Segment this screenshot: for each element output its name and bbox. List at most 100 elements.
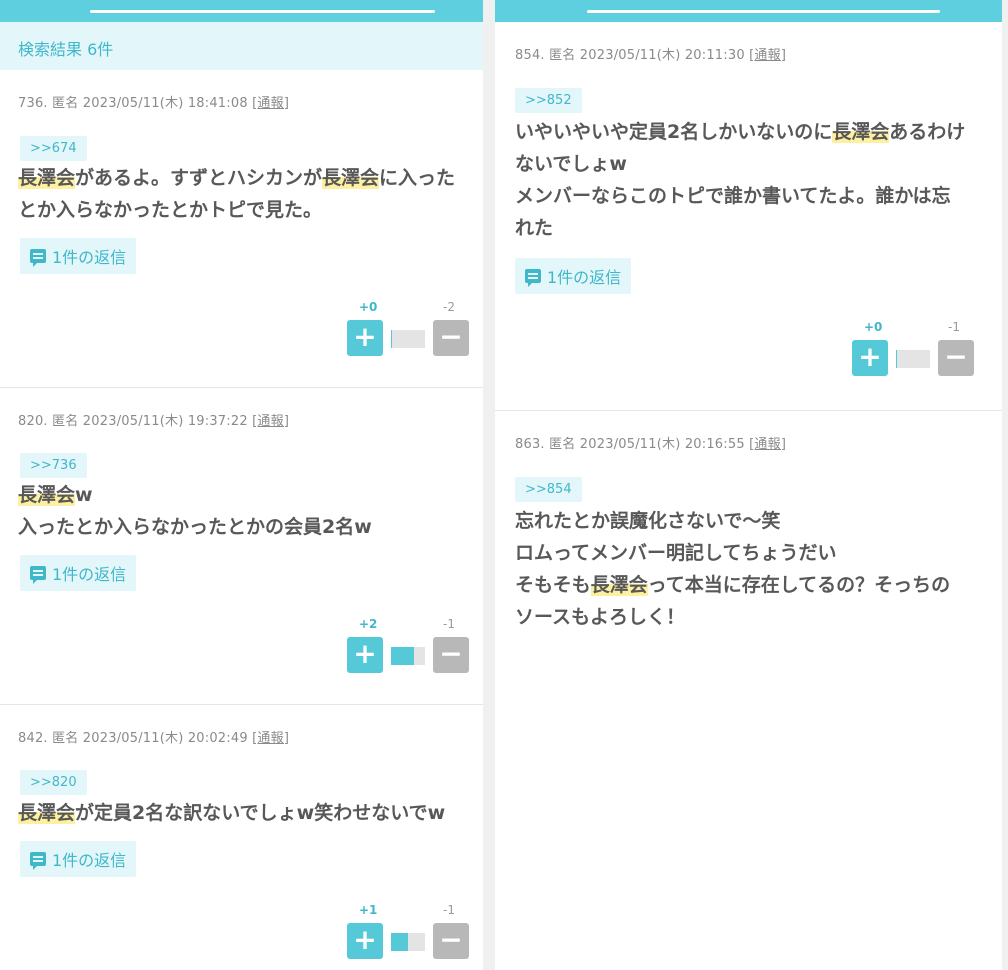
vote-ratio-fill — [391, 933, 408, 951]
vote-widget: +0 -1 + − — [852, 320, 974, 378]
vote-widget: +0 -2 + − — [347, 300, 469, 358]
comment-line: 長澤会w — [18, 479, 372, 511]
comment-line: れた — [515, 212, 965, 244]
anchor-link[interactable]: >>820 — [20, 770, 87, 795]
left-panel: 検索結果 6件 736. 匿名 2023/05/11(木) 18:41:08 [… — [0, 0, 483, 970]
plus-icon: + — [353, 320, 377, 353]
plus-button[interactable]: + — [347, 637, 383, 673]
highlighted-keyword: 長澤会 — [18, 167, 76, 189]
minus-icon: − — [439, 923, 463, 956]
top-bar-line — [587, 10, 940, 13]
report-link[interactable]: [通報] — [252, 414, 289, 429]
minus-icon: − — [944, 340, 968, 373]
comment-meta: 842. 匿名 2023/05/11(木) 20:02:49 [通報] — [18, 727, 289, 746]
minus-button[interactable]: − — [433, 923, 469, 959]
comment-body: いやいやいや定員2名しかいないのに長澤会あるわけ ないでしょw メンバーならこのトピ… — [515, 116, 965, 244]
highlighted-keyword: 長澤会 — [18, 802, 76, 824]
top-bar-line — [90, 10, 435, 13]
vote-widget: +1 -1 + − — [347, 903, 469, 961]
comment-meta: 863. 匿名 2023/05/11(木) 20:16:55 [通報] — [515, 433, 786, 452]
comment-meta-text: 736. 匿名 2023/05/11(木) 18:41:08 — [18, 96, 248, 111]
minus-button[interactable]: − — [433, 637, 469, 673]
plus-icon: + — [353, 637, 377, 670]
speech-bubble-icon — [30, 566, 46, 584]
search-result-header: 検索結果 6件 — [0, 22, 483, 70]
speech-bubble-icon — [30, 852, 46, 870]
comment-line: 入ったとか入らなかったとかの会員2名w — [18, 511, 372, 543]
vote-ratio-bar — [391, 330, 425, 348]
plus-icon: + — [353, 923, 377, 956]
report-link[interactable]: [通報] — [749, 48, 786, 63]
vote-widget: +2 -1 + − — [347, 617, 469, 675]
anchor-link[interactable]: >>852 — [515, 88, 582, 113]
comment-820: 820. 匿名 2023/05/11(木) 19:37:22 [通報] >>73… — [0, 388, 483, 705]
reply-button[interactable]: 1件の返信 — [20, 555, 137, 591]
plus-count: +0 — [359, 300, 378, 314]
minus-count: -1 — [948, 320, 960, 334]
vote-ratio-bar — [391, 933, 425, 951]
vote-ratio-fill — [391, 330, 393, 348]
highlighted-keyword: 長澤会 — [832, 121, 890, 143]
vote-ratio-bar — [896, 350, 930, 368]
minus-count: -1 — [443, 903, 455, 917]
comment-text: 忘れたとか誤魔化さないで〜笑 — [515, 510, 781, 532]
comment-text: が定員2名な訳ないでしょw笑わせないでw — [75, 802, 446, 824]
anchor-link[interactable]: >>736 — [20, 453, 87, 478]
comment-line: ソースもよろしく！ — [515, 601, 950, 633]
minus-count: -2 — [443, 300, 455, 314]
minus-button[interactable]: − — [433, 320, 469, 356]
comment-meta: 820. 匿名 2023/05/11(木) 19:37:22 [通報] — [18, 410, 289, 429]
plus-button[interactable]: + — [347, 320, 383, 356]
comment-line: ロムってメンバー明記してちょうだい — [515, 537, 950, 569]
comment-line: メンバーならこのトピで誰か書いてたよ。誰かは忘 — [515, 180, 965, 212]
highlighted-keyword: 長澤会 — [322, 167, 380, 189]
comment-text: れた — [515, 217, 554, 239]
comment-text: って本当に存在してるの？そっちの — [647, 574, 951, 596]
comment-854: 854. 匿名 2023/05/11(木) 20:11:30 [通報] >>85… — [495, 22, 1002, 411]
plus-button[interactable]: + — [852, 340, 888, 376]
top-bar — [0, 0, 483, 22]
comment-line: ないでしょw — [515, 148, 965, 180]
comment-863: 863. 匿名 2023/05/11(木) 20:16:55 [通報] >>85… — [495, 411, 1002, 711]
comment-text: w — [75, 484, 93, 506]
plus-button[interactable]: + — [347, 923, 383, 959]
minus-button[interactable]: − — [938, 340, 974, 376]
comment-meta: 736. 匿名 2023/05/11(木) 18:41:08 [通報] — [18, 92, 289, 111]
comment-text: があるよ。すずとハシカンが — [75, 167, 323, 189]
plus-count: +0 — [864, 320, 883, 334]
comment-text: 入ったとか入らなかったとかの会員2名w — [18, 516, 372, 538]
reply-label: 1件の返信 — [52, 851, 127, 870]
minus-icon: − — [439, 320, 463, 353]
reply-button[interactable]: 1件の返信 — [20, 841, 137, 877]
comment-text: ロムってメンバー明記してちょうだい — [515, 542, 837, 564]
comment-842: 842. 匿名 2023/05/11(木) 20:02:49 [通報] >>82… — [0, 705, 483, 970]
vote-ratio-fill — [896, 350, 898, 368]
report-link[interactable]: [通報] — [252, 731, 289, 746]
top-bar — [495, 0, 1002, 22]
reply-label: 1件の返信 — [547, 268, 622, 287]
report-link[interactable]: [通報] — [252, 96, 289, 111]
minus-icon: − — [439, 637, 463, 670]
comment-meta: 854. 匿名 2023/05/11(木) 20:11:30 [通報] — [515, 44, 786, 63]
anchor-link[interactable]: >>854 — [515, 477, 582, 502]
comment-line: 長澤会があるよ。すずとハシカンが長澤会に入った — [18, 162, 455, 194]
reply-button[interactable]: 1件の返信 — [20, 238, 137, 274]
comment-body: 長澤会w 入ったとか入らなかったとかの会員2名w — [18, 479, 372, 543]
anchor-link[interactable]: >>674 — [20, 136, 87, 161]
report-link[interactable]: [通報] — [749, 437, 786, 452]
right-panel: 854. 匿名 2023/05/11(木) 20:11:30 [通報] >>85… — [495, 0, 1002, 970]
comment-body: 忘れたとか誤魔化さないで〜笑 ロムってメンバー明記してちょうだい そもそも長澤会って… — [515, 505, 950, 633]
comment-text: メンバーならこのトピで誰か書いてたよ。誰かは忘 — [515, 185, 951, 207]
comment-line: 長澤会が定員2名な訳ないでしょw笑わせないでw — [18, 797, 445, 829]
highlighted-keyword: 長澤会 — [18, 484, 76, 506]
speech-bubble-icon — [30, 249, 46, 267]
comment-meta-text: 842. 匿名 2023/05/11(木) 20:02:49 — [18, 731, 248, 746]
comment-body: 長澤会が定員2名な訳ないでしょw笑わせないでw — [18, 797, 445, 829]
comment-line: いやいやいや定員2名しかいないのに長澤会あるわけ — [515, 116, 965, 148]
plus-count: +1 — [359, 903, 378, 917]
comment-text: に入った — [379, 167, 456, 189]
comment-meta-text: 820. 匿名 2023/05/11(木) 19:37:22 — [18, 414, 248, 429]
comment-text: いやいやいや定員2名しかいないのに — [515, 121, 833, 143]
reply-button[interactable]: 1件の返信 — [515, 258, 632, 294]
comment-text: とか入らなかったとかトピで見た。 — [18, 199, 323, 221]
